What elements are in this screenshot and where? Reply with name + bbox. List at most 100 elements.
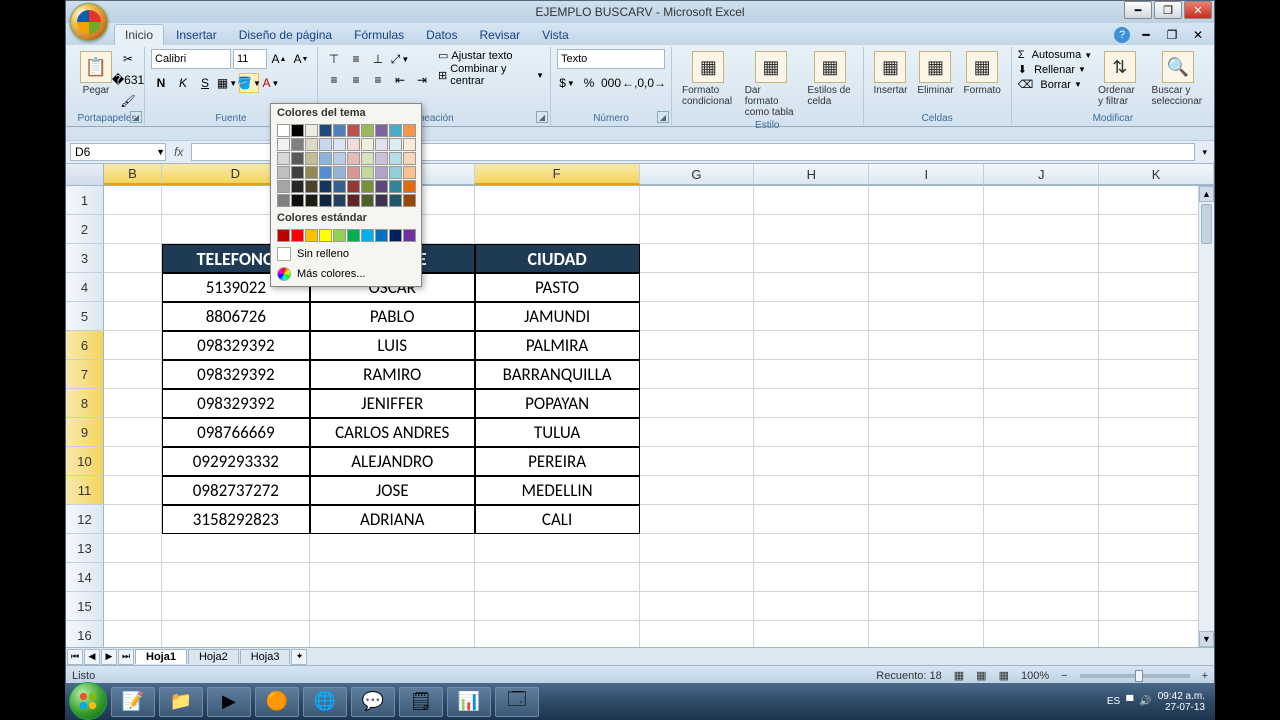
clipboard-launcher[interactable]: ◢ <box>130 111 142 123</box>
theme-swatch[interactable] <box>347 166 360 179</box>
theme-swatch[interactable] <box>333 124 346 137</box>
cell-D10[interactable]: 0929293332 <box>162 447 310 476</box>
cell-D9[interactable]: 098766669 <box>162 418 310 447</box>
cell-G5[interactable] <box>640 302 755 331</box>
currency-button[interactable]: $▼ <box>557 73 577 93</box>
cell-B16[interactable] <box>104 621 162 647</box>
cell-F10[interactable]: PEREIRA <box>475 447 640 476</box>
theme-swatch[interactable] <box>403 152 416 165</box>
column-header-K[interactable]: K <box>1099 164 1214 185</box>
cell-H8[interactable] <box>754 389 869 418</box>
cell-B9[interactable] <box>104 418 162 447</box>
cell-G6[interactable] <box>640 331 755 360</box>
tray-lang[interactable]: ES <box>1107 696 1120 707</box>
theme-swatch[interactable] <box>375 152 388 165</box>
decrease-decimal-button[interactable]: ,0→ <box>645 73 665 93</box>
fx-icon[interactable]: fx <box>170 145 187 159</box>
cell-H4[interactable] <box>754 273 869 302</box>
clear-button[interactable]: ⌫ Borrar▼ <box>1018 78 1092 91</box>
row-header-1[interactable]: 1 <box>66 186 104 215</box>
taskbar-chrome[interactable]: 🌐 <box>303 687 347 717</box>
cell-F1[interactable] <box>475 186 640 215</box>
cell-styles-button[interactable]: ▦Estilos de celda <box>803 49 856 109</box>
cell-H1[interactable] <box>754 186 869 215</box>
cell-E9[interactable]: CARLOS ANDRES <box>310 418 475 447</box>
theme-swatch[interactable] <box>291 194 304 207</box>
cell-F12[interactable]: CALI <box>475 505 640 534</box>
row-header-7[interactable]: 7 <box>66 360 104 389</box>
view-layout-button[interactable]: ▦ <box>976 669 986 682</box>
theme-swatch[interactable] <box>389 138 402 151</box>
theme-swatch[interactable] <box>305 124 318 137</box>
standard-swatch[interactable] <box>389 229 402 242</box>
increase-decimal-button[interactable]: ←,0 <box>623 73 643 93</box>
format-painter-button[interactable]: 🖌 <box>118 91 138 111</box>
cell-E15[interactable] <box>310 592 475 621</box>
standard-swatch[interactable] <box>333 229 346 242</box>
theme-swatch[interactable] <box>403 180 416 193</box>
cell-H13[interactable] <box>754 534 869 563</box>
worksheet-grid[interactable]: BDEFGHIJK 123TELEFONONOMBRECIUDAD4513902… <box>66 164 1214 647</box>
tab-insertar[interactable]: Insertar <box>166 25 227 45</box>
theme-swatch[interactable] <box>319 194 332 207</box>
theme-swatch[interactable] <box>403 124 416 137</box>
taskbar-viber[interactable]: 💬 <box>351 687 395 717</box>
tab-diseño-de-página[interactable]: Diseño de página <box>229 25 342 45</box>
cell-G10[interactable] <box>640 447 755 476</box>
theme-swatch[interactable] <box>319 166 332 179</box>
cell-E14[interactable] <box>310 563 475 592</box>
cell-G3[interactable] <box>640 244 755 273</box>
cell-F13[interactable] <box>475 534 640 563</box>
cell-G8[interactable] <box>640 389 755 418</box>
cell-K9[interactable] <box>1099 418 1214 447</box>
taskbar-app-9[interactable]: 🗔 <box>495 687 539 717</box>
theme-swatch[interactable] <box>375 180 388 193</box>
sheet-nav-prev[interactable]: ◀ <box>84 649 100 665</box>
cell-K7[interactable] <box>1099 360 1214 389</box>
theme-swatch[interactable] <box>389 166 402 179</box>
row-header-5[interactable]: 5 <box>66 302 104 331</box>
cell-I4[interactable] <box>869 273 984 302</box>
theme-swatch[interactable] <box>277 166 290 179</box>
start-button[interactable] <box>69 682 107 720</box>
number-launcher[interactable]: ◢ <box>657 111 669 123</box>
cell-E12[interactable]: ADRIANA <box>310 505 475 534</box>
bold-button[interactable]: N <box>151 73 171 93</box>
cell-H10[interactable] <box>754 447 869 476</box>
cell-H15[interactable] <box>754 592 869 621</box>
theme-swatch[interactable] <box>361 194 374 207</box>
cell-D11[interactable]: 0982737272 <box>162 476 310 505</box>
fill-button[interactable]: ⬇ Rellenar▼ <box>1018 63 1092 76</box>
theme-swatch[interactable] <box>375 138 388 151</box>
cell-I7[interactable] <box>869 360 984 389</box>
grow-font-button[interactable]: A▲ <box>269 49 289 69</box>
row-header-6[interactable]: 6 <box>66 331 104 360</box>
indent-increase-button[interactable]: ⇥ <box>412 70 432 90</box>
tab-vista[interactable]: Vista <box>532 25 578 45</box>
cell-D12[interactable]: 3158292823 <box>162 505 310 534</box>
cell-G7[interactable] <box>640 360 755 389</box>
standard-swatch[interactable] <box>319 229 332 242</box>
zoom-out-button[interactable]: − <box>1061 670 1067 682</box>
cell-F15[interactable] <box>475 592 640 621</box>
mdi-close-button[interactable]: ✕ <box>1188 25 1208 45</box>
cell-G13[interactable] <box>640 534 755 563</box>
cell-K10[interactable] <box>1099 447 1214 476</box>
row-header-12[interactable]: 12 <box>66 505 104 534</box>
row-header-2[interactable]: 2 <box>66 215 104 244</box>
cell-I9[interactable] <box>869 418 984 447</box>
tray-clock[interactable]: 09:42 a.m. 27-07-13 <box>1158 691 1205 713</box>
format-as-table-button[interactable]: ▦Dar formato como tabla <box>741 49 802 120</box>
font-color-button[interactable]: A▼ <box>261 73 281 93</box>
cell-B1[interactable] <box>104 186 162 215</box>
cell-E6[interactable]: LUIS <box>310 331 475 360</box>
cell-B2[interactable] <box>104 215 162 244</box>
cell-E8[interactable]: JENIFFER <box>310 389 475 418</box>
row-header-14[interactable]: 14 <box>66 563 104 592</box>
percent-button[interactable]: % <box>579 73 599 93</box>
taskbar-app-4[interactable]: 🟠 <box>255 687 299 717</box>
cell-G14[interactable] <box>640 563 755 592</box>
sheet-nav-next[interactable]: ▶ <box>101 649 117 665</box>
cell-K5[interactable] <box>1099 302 1214 331</box>
cell-E10[interactable]: ALEJANDRO <box>310 447 475 476</box>
